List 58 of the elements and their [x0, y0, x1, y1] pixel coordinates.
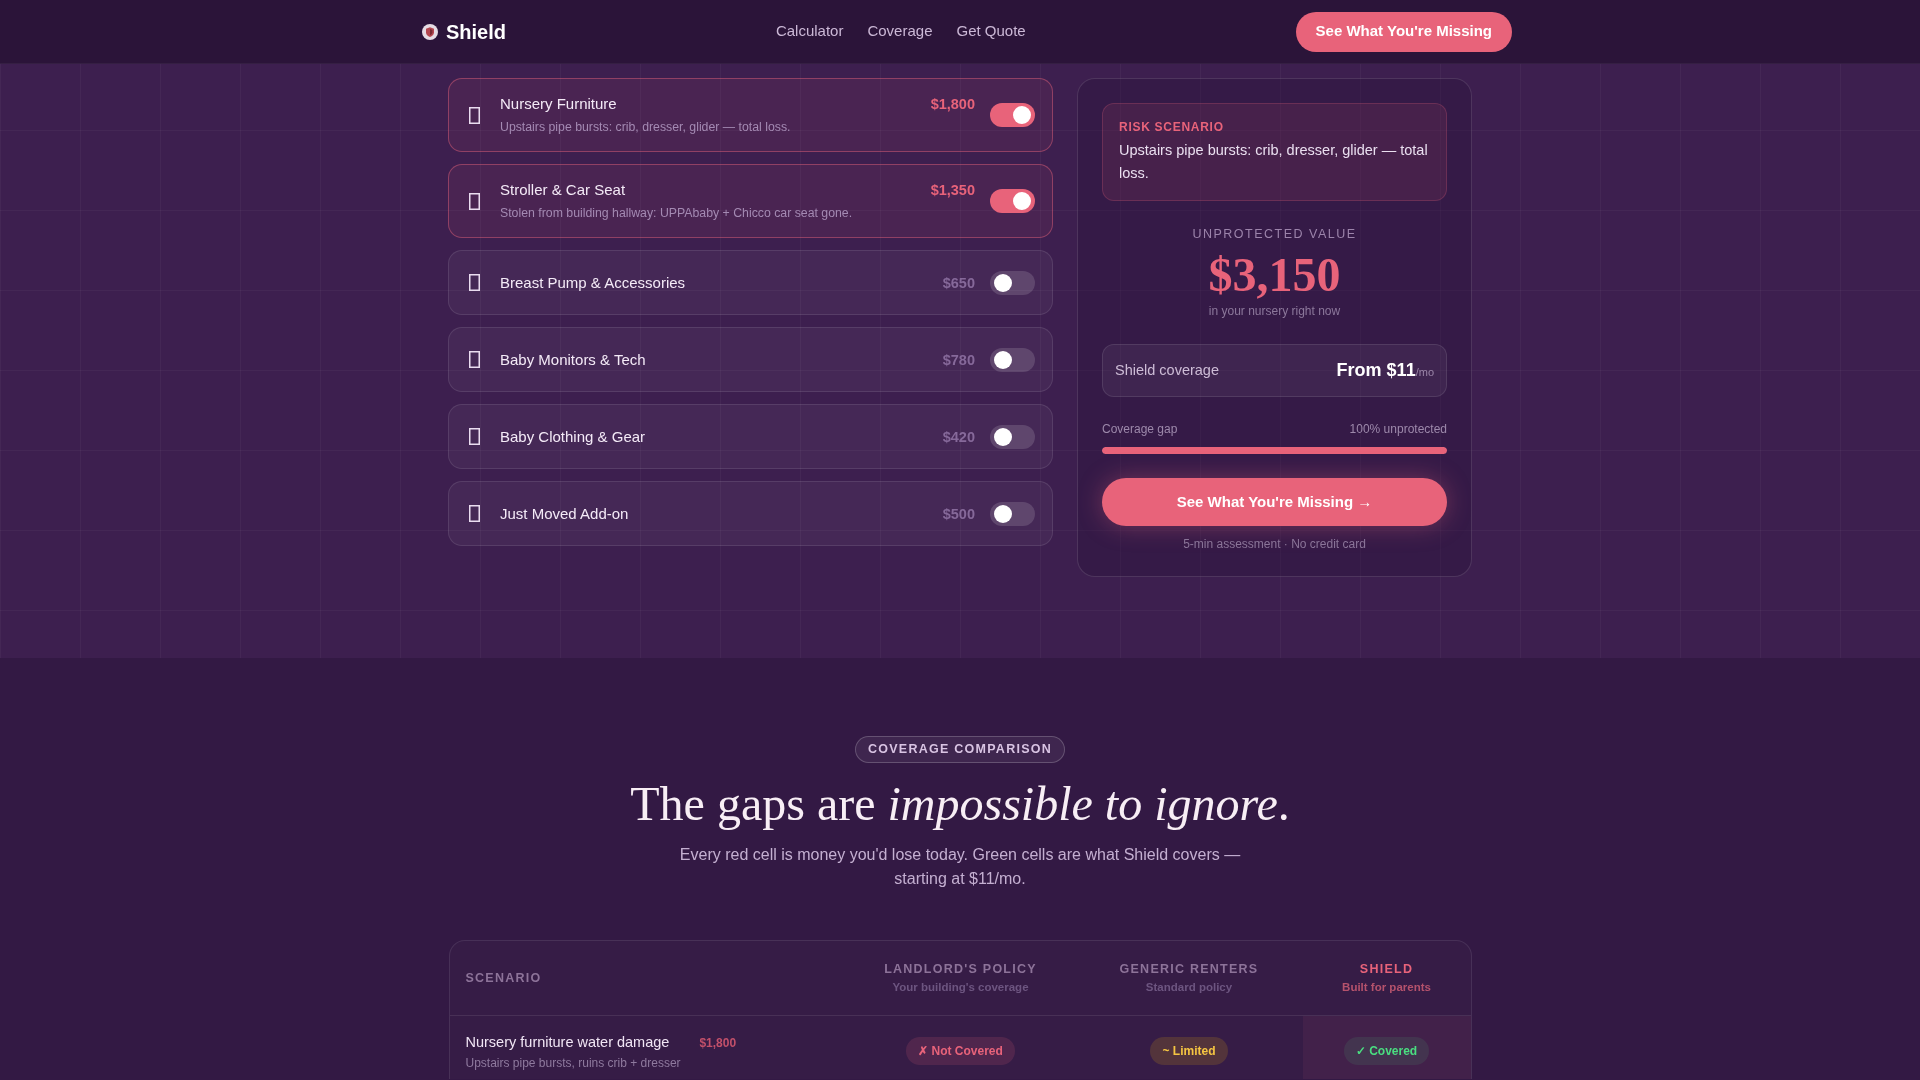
risk-text: Upstairs pipe bursts: crib, dresser, glider — total loss. — [1119, 141, 1429, 183]
gap-reading: 100% unprotected — [1349, 421, 1447, 437]
coverage-price: From $11 — [1336, 359, 1416, 382]
toggle-switch[interactable] — [990, 424, 1035, 449]
scenario-amount: $1,800 — [699, 1035, 737, 1052]
section-heading: The gaps are impossible to ignore. — [629, 776, 1291, 832]
nav-link[interactable]: Coverage — [867, 20, 933, 43]
item-price: $1,350 — [930, 181, 975, 200]
status-badge: ✗ Not Covered — [906, 1037, 1015, 1065]
toggle-switch[interactable] — [990, 103, 1035, 127]
unprotected-value: $3,150 — [1207, 249, 1342, 301]
rectangle-outline-icon — [469, 428, 480, 445]
risk-label: RISK SCENARIO — [1119, 119, 1225, 135]
footnote: 5-min assessment · No credit card — [1182, 536, 1367, 552]
item-price: $650 — [942, 273, 975, 293]
rectangle-outline-icon — [469, 274, 480, 291]
scenario-title: Nursery furniture water damage — [465, 1033, 670, 1052]
item-description: Stolen from building hallway: UPPAbaby + Chicco car seat gone. — [500, 205, 854, 222]
rectangle-outline-icon — [469, 351, 480, 368]
column-subtitle: Your building's coverage — [892, 980, 1029, 995]
value-note: in your nursery right now — [1207, 303, 1342, 319]
shield-icon — [422, 23, 438, 40]
brand-name: Shield — [446, 19, 506, 45]
section-tag: COVERAGE COMPARISON — [855, 736, 1065, 763]
item-title: Stroller & Car Seat — [500, 180, 626, 200]
toggle-switch[interactable] — [990, 501, 1035, 526]
status-badge: ~ Limited — [1150, 1037, 1228, 1065]
item-description: Upstairs pipe bursts: crib, dresser, glider — total loss. — [500, 119, 792, 136]
column-title: SHIELD — [1359, 961, 1414, 978]
column-title: GENERIC RENTERS — [1119, 961, 1259, 978]
item-title: Breast Pump & Accessories — [500, 272, 686, 293]
nav-link[interactable]: Get Quote — [956, 20, 1026, 43]
rectangle-outline-icon — [469, 192, 480, 210]
rectangle-outline-icon — [469, 505, 480, 522]
column-title: SCENARIO — [465, 970, 542, 987]
toggle-switch[interactable] — [990, 270, 1035, 295]
item-title: Just Moved Add-on — [500, 503, 629, 524]
coverage-label: Shield coverage — [1115, 360, 1219, 380]
item-title: Baby Clothing & Gear — [500, 426, 646, 447]
value-label: UNPROTECTED VALUE — [1191, 226, 1358, 242]
nav-link[interactable]: Calculator — [775, 20, 844, 43]
column-subtitle: Standard policy — [1145, 980, 1233, 995]
section-subtitle: Every red cell is money you'd lose today. Green cells are what Shield covers — starting at $11/mo. — [678, 845, 1242, 889]
item-price: $780 — [942, 350, 975, 370]
item-price: $420 — [942, 427, 975, 447]
gap-label: Coverage gap — [1102, 421, 1178, 437]
price-unit: /mo — [1415, 366, 1434, 378]
column-title: LANDLORD'S POLICY — [884, 961, 1037, 978]
scenario-description: Upstairs pipe bursts, ruins crib + dresser — [465, 1055, 682, 1072]
item-title: Nursery Furniture — [500, 94, 617, 114]
toggle-switch[interactable] — [990, 347, 1035, 372]
rectangle-outline-icon — [469, 106, 480, 124]
item-price: $1,800 — [930, 95, 975, 114]
column-subtitle: Built for parents — [1342, 980, 1431, 995]
item-title: Baby Monitors & Tech — [500, 349, 646, 370]
toggle-switch[interactable] — [990, 189, 1035, 213]
item-price: $500 — [942, 504, 975, 524]
status-badge: ✓ Covered — [1343, 1037, 1430, 1065]
